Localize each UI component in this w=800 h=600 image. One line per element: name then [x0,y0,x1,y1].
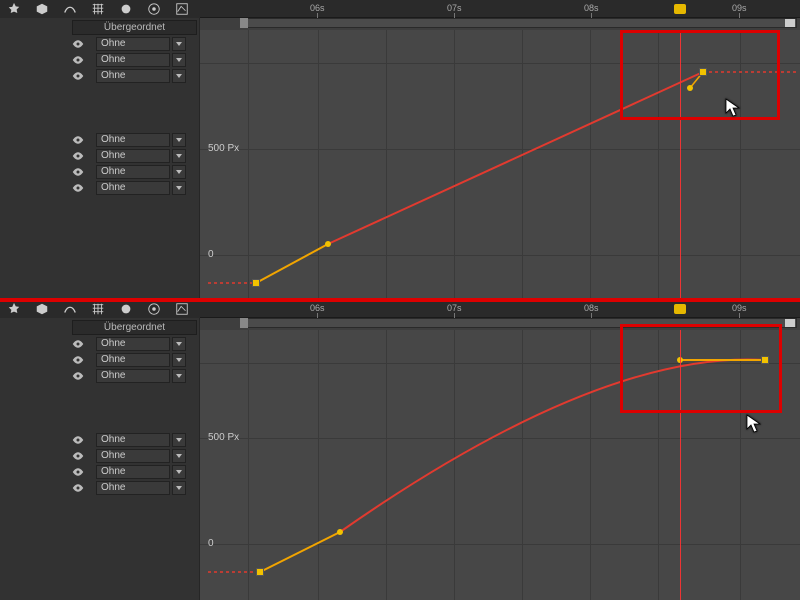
dropdown-chevron-icon[interactable] [172,181,186,195]
column-header-parent: Übergeordnet [72,20,197,35]
parent-dropdown[interactable]: Ohne [96,481,170,495]
bezier-handle[interactable] [337,529,343,535]
layer-row[interactable]: Ohne [0,148,200,164]
visibility-icon[interactable] [70,148,86,164]
visibility-icon[interactable] [70,336,86,352]
left-sidebar-top: Übergeordnet Ohne Ohne Ohne Ohne Ohne [0,0,200,300]
graph-editor-icon[interactable] [174,302,190,316]
graph-editor-icon[interactable] [174,2,190,16]
visibility-icon[interactable] [70,52,86,68]
parent-dropdown[interactable]: Ohne [96,337,170,351]
grid-icon[interactable] [90,302,106,316]
layer-row[interactable]: Ohne [0,432,200,448]
column-header-parent: Übergeordnet [72,320,197,335]
dropdown-chevron-icon[interactable] [172,465,186,479]
parent-dropdown[interactable]: Ohne [96,149,170,163]
disc-icon[interactable] [146,302,162,316]
dropdown-chevron-icon[interactable] [172,149,186,163]
dropdown-chevron-icon[interactable] [172,369,186,383]
cube-icon[interactable] [34,302,50,316]
visibility-icon[interactable] [70,36,86,52]
annotation-highlight-box [620,30,780,120]
graph-editor-top[interactable]: 06s 07s 08s 09s 500 Px 0 [200,0,800,300]
layer-row[interactable]: Ohne [0,52,200,68]
dropdown-chevron-icon[interactable] [172,433,186,447]
layer-row[interactable]: Ohne [0,132,200,148]
layer-row[interactable]: Ohne [0,180,200,196]
visibility-icon[interactable] [70,352,86,368]
visibility-icon[interactable] [70,132,86,148]
annotation-highlight-box [620,324,782,413]
parent-dropdown[interactable]: Ohne [96,165,170,179]
dropdown-chevron-icon[interactable] [172,337,186,351]
layer-row[interactable]: Ohne [0,480,200,496]
dropdown-chevron-icon[interactable] [172,165,186,179]
visibility-icon[interactable] [70,432,86,448]
visibility-icon[interactable] [70,480,86,496]
dropdown-chevron-icon[interactable] [172,481,186,495]
dropdown-chevron-icon[interactable] [172,37,186,51]
cube-icon[interactable] [34,2,50,16]
parent-dropdown[interactable]: Ohne [96,353,170,367]
disc-icon[interactable] [146,2,162,16]
parent-dropdown[interactable]: Ohne [96,433,170,447]
dropdown-chevron-icon[interactable] [172,69,186,83]
star-icon[interactable] [6,302,22,316]
stroke-icon[interactable] [62,302,78,316]
parent-dropdown[interactable]: Ohne [96,449,170,463]
visibility-icon[interactable] [70,368,86,384]
layer-row[interactable]: Ohne [0,36,200,52]
dropdown-chevron-icon[interactable] [172,353,186,367]
comparison-divider [0,298,800,302]
dropdown-chevron-icon[interactable] [172,449,186,463]
layer-row[interactable]: Ohne [0,368,200,384]
layer-row[interactable]: Ohne [0,68,200,84]
parent-dropdown[interactable]: Ohne [96,53,170,67]
visibility-icon[interactable] [70,180,86,196]
graph-editor-bottom[interactable]: 06s 07s 08s 09s 500 Px 0 [200,300,800,600]
layer-row[interactable]: Ohne [0,352,200,368]
parent-dropdown[interactable]: Ohne [96,465,170,479]
layer-row[interactable]: Ohne [0,164,200,180]
parent-dropdown[interactable]: Ohne [96,133,170,147]
layer-row[interactable]: Ohne [0,464,200,480]
sidebar-toolbar [0,0,200,18]
stroke-icon[interactable] [62,2,78,16]
mouse-cursor-icon [746,414,762,437]
layer-row[interactable]: Ohne [0,448,200,464]
keyframe-marker[interactable] [256,568,264,576]
layer-row[interactable]: Ohne [0,336,200,352]
sidebar-toolbar [0,300,200,318]
visibility-icon[interactable] [70,464,86,480]
keyframe-marker[interactable] [252,279,260,287]
visibility-icon[interactable] [70,68,86,84]
mouse-cursor-icon [725,98,741,121]
parent-dropdown[interactable]: Ohne [96,69,170,83]
parent-dropdown[interactable]: Ohne [96,181,170,195]
parent-dropdown[interactable]: Ohne [96,369,170,383]
circle-icon[interactable] [118,302,134,316]
visibility-icon[interactable] [70,448,86,464]
dropdown-chevron-icon[interactable] [172,133,186,147]
grid-icon[interactable] [90,2,106,16]
parent-dropdown[interactable]: Ohne [96,37,170,51]
visibility-icon[interactable] [70,164,86,180]
circle-icon[interactable] [118,2,134,16]
dropdown-chevron-icon[interactable] [172,53,186,67]
left-sidebar-bottom: Übergeordnet Ohne Ohne Ohne Ohne Ohne [0,300,200,600]
star-icon[interactable] [6,2,22,16]
bezier-handle[interactable] [325,241,331,247]
